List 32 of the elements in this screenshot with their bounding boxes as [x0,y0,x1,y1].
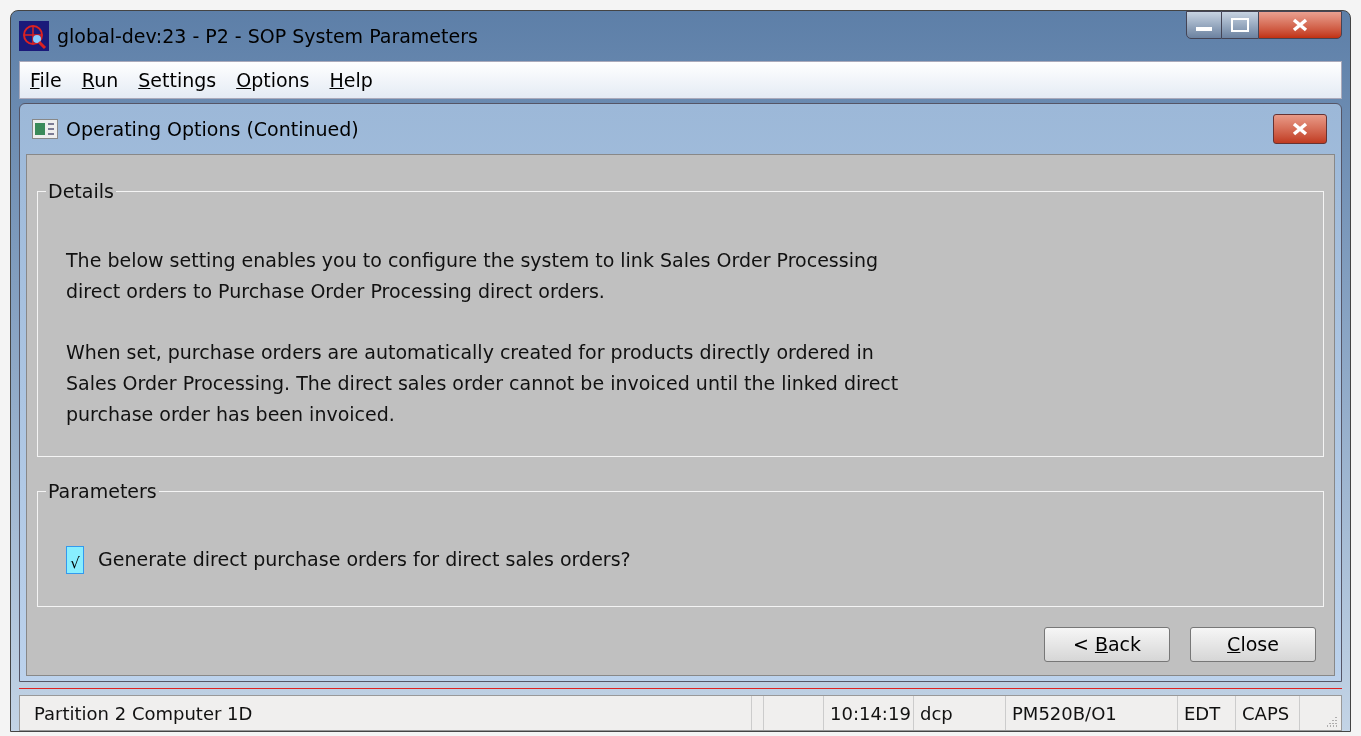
dialog-close-button[interactable] [1273,113,1327,144]
status-text: Partition 2 Computer 1D [20,696,752,730]
close-button[interactable] [1258,11,1342,39]
group-legend: Parameters [46,476,159,506]
resize-grip-icon [1326,715,1338,727]
description-paragraph: When set, purchase orders are automatically created for products directly ordered in Sales Order Processing. The direct sales order cannot be invoiced until the linked direct purchase order has been invoiced. [66,340,900,428]
app-globe-icon [19,20,49,51]
dialog-button[interactable]: Close [1190,626,1316,662]
form-icon [32,118,58,139]
status-user: dcp [914,696,1006,730]
window-title: global-dev:23 - P2 - SOP System Parameters [57,23,478,49]
group-legend: Details [46,176,116,206]
description-paragraph: The below setting enables you to configure the system to link Sales Order Processing direct orders to Purchase Order Processing direct orders. [66,248,880,305]
menu-item[interactable]: Options [236,65,310,95]
checkbox[interactable]: √ [66,545,84,574]
status-program: PM520B/O1 [1006,696,1178,730]
checkbox-label: Generate direct purchase orders for direct sales orders? [98,547,631,573]
menu-item[interactable]: File [30,65,62,95]
dialog-title: Operating Options (Continued) [66,116,359,142]
menu-item[interactable]: Help [329,65,373,95]
status-caps: CAPS [1236,696,1300,730]
maximize-icon [1231,18,1249,32]
status-time: 10:14:19 [824,696,914,730]
menu-item[interactable]: Settings [138,65,217,95]
close-icon [1291,121,1309,136]
menu-item[interactable]: Run [81,65,119,95]
minimize-icon [1196,27,1212,31]
dialog-button[interactable]: < Back [1044,626,1170,662]
maximize-button[interactable] [1222,11,1258,39]
minimize-button[interactable] [1186,11,1222,39]
close-icon [1291,18,1309,32]
status-mode: EDT [1178,696,1236,730]
